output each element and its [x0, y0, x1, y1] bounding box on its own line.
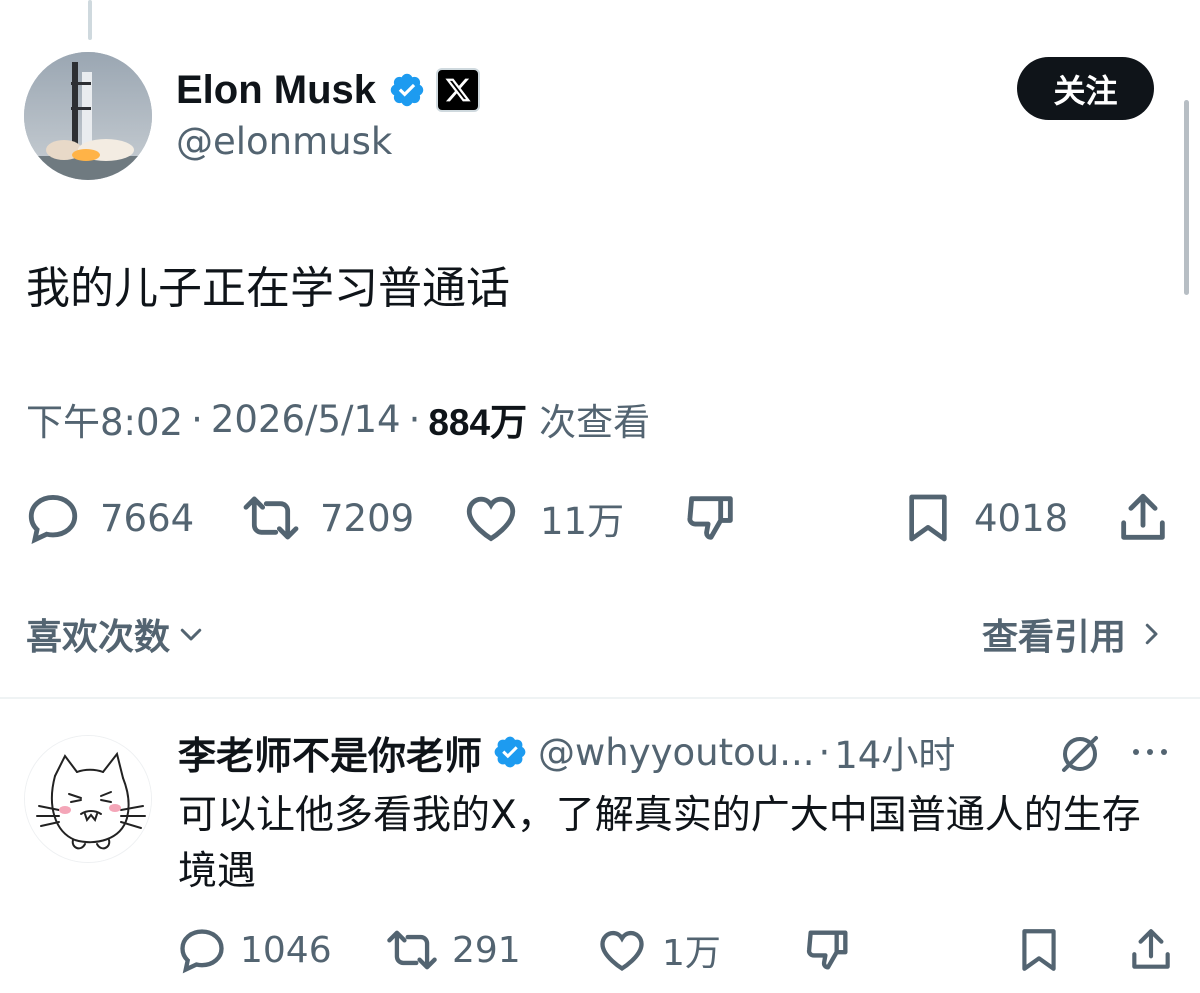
dislike-button[interactable] [682, 488, 740, 548]
retweet-icon [387, 930, 437, 970]
more-icon[interactable] [1130, 744, 1170, 764]
x-logo-icon [436, 68, 481, 112]
views-label: 次查看 [539, 401, 651, 444]
likes-list-link[interactable]: 喜欢次数 [26, 608, 206, 660]
author-avatar[interactable] [24, 52, 152, 180]
share-icon [1121, 493, 1165, 540]
bookmark-count: 4018 [974, 496, 1069, 540]
tweet-time[interactable]: 下午8:02 [26, 392, 183, 446]
verified-icon [494, 736, 526, 768]
quotes-link-label: 查看引用 [981, 617, 1126, 658]
view-quotes-link[interactable]: 查看引用 [982, 608, 1166, 660]
bookmark-icon [909, 494, 947, 542]
reply-action-bar: 1046 291 1万 [176, 920, 1176, 980]
meta-separator: · [408, 397, 421, 441]
author-name[interactable]: Elon Musk [176, 68, 376, 113]
scrollbar[interactable] [1184, 100, 1189, 295]
divider [0, 697, 1200, 699]
dislike-button[interactable] [802, 920, 854, 980]
bookmark-button[interactable] [1014, 920, 1064, 980]
retweet-button[interactable]: 7209 [240, 488, 414, 548]
reply-text: 可以让他多看我的X，了解真实的广大中国普通人的生存境遇 [178, 793, 1141, 894]
reply-button[interactable]: 1046 [176, 920, 332, 980]
grok-icon[interactable] [1056, 730, 1104, 782]
bookmark-button[interactable]: 4018 [900, 488, 1068, 548]
tweet-meta: 下午8:02 · 2026/5/14 · 884万 次查看 [26, 392, 650, 446]
retweet-count: 291 [452, 929, 521, 971]
like-count: 11万 [540, 500, 625, 543]
like-button[interactable]: 1万 [594, 920, 721, 980]
retweet-button[interactable]: 291 [384, 920, 521, 980]
share-button[interactable] [1126, 920, 1176, 980]
reply-count: 7664 [100, 496, 195, 540]
bookmark-icon [1022, 929, 1056, 971]
author-header: Elon Musk [176, 62, 481, 118]
dislike-icon [806, 930, 848, 970]
chevron-right-icon [1145, 623, 1158, 645]
reply-author-avatar[interactable] [24, 735, 152, 863]
retweet-count: 7209 [320, 496, 415, 540]
follow-button[interactable]: 关注 [1017, 57, 1154, 120]
tweet-action-bar: 7664 7209 11万 4018 [24, 488, 1176, 548]
reply-count: 1046 [240, 929, 332, 971]
verified-icon [390, 73, 424, 107]
share-button[interactable] [1114, 488, 1172, 548]
reply-time[interactable]: 14小时 [834, 725, 955, 779]
likes-link-label: 喜欢次数 [26, 617, 171, 658]
reply-author-name[interactable]: 李老师不是你老师 [178, 725, 482, 780]
dislike-icon [687, 496, 733, 540]
share-icon [1132, 929, 1170, 969]
tweet-text: 我的儿子正在学习普通话 [26, 263, 510, 314]
like-icon [600, 930, 644, 971]
chevron-down-icon [180, 628, 202, 641]
like-icon [466, 496, 516, 542]
author-handle[interactable]: @elonmusk [176, 120, 392, 163]
reply-icon [180, 929, 224, 974]
like-button[interactable]: 11万 [460, 488, 624, 548]
reply-button[interactable]: 7664 [24, 488, 194, 548]
thread-connector-line [88, 0, 92, 40]
reply-header: 李老师不是你老师 @whyyoutou... · 14小时 [178, 726, 955, 778]
like-count: 1万 [662, 933, 721, 974]
tweet-date[interactable]: 2026/5/14 [211, 398, 401, 441]
meta-separator: · [191, 397, 203, 441]
reply-author-handle[interactable]: @whyyoutou... [538, 731, 814, 774]
views-count: 884万 [428, 402, 528, 443]
reply-icon [28, 495, 78, 545]
retweet-icon [243, 496, 299, 540]
time-separator: · [818, 730, 831, 774]
